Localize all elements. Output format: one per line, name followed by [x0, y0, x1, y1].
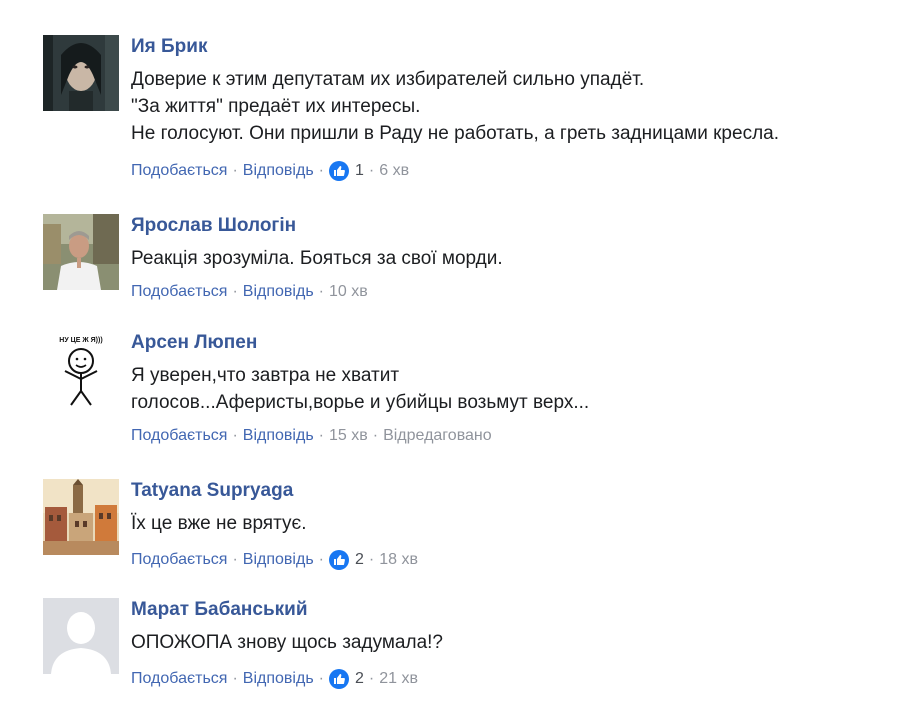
reply-link[interactable]: Відповідь — [243, 669, 314, 689]
separator: · — [368, 551, 375, 568]
like-count-value: 2 — [354, 670, 364, 687]
reply-link[interactable]: Відповідь — [243, 161, 314, 181]
comment-body: Арсен Люпен Я уверен,что завтра не хвати… — [131, 331, 901, 446]
comment-text: Реакція зрозуміла. Бояться за свої морди… — [131, 245, 901, 272]
comment-text-line: Я уверен,что завтра не хватит — [131, 365, 400, 386]
like-count[interactable]: 2 — [328, 669, 364, 689]
comment-text-line: Їх це вже не врятує. — [131, 513, 307, 534]
comment-text: Їх це вже не врятує. — [131, 510, 901, 537]
separator: · — [232, 162, 238, 179]
timestamp[interactable]: 15 хв — [329, 426, 368, 446]
timestamp[interactable]: 10 хв — [329, 282, 368, 302]
reply-link[interactable]: Відповідь — [243, 550, 314, 570]
like-link[interactable]: Подобається — [131, 669, 227, 689]
comment-actions: Подобається · Відповідь · 2 · 18 хв — [131, 550, 901, 570]
author-name[interactable]: Арсен Люпен — [131, 331, 901, 355]
author-name[interactable]: Ярослав Шологін — [131, 214, 901, 238]
reply-link[interactable]: Відповідь — [243, 426, 314, 446]
comment-text-line: Реакція зрозуміла. Бояться за свої морди… — [131, 248, 503, 269]
edited-label[interactable]: Відредаговано — [383, 426, 492, 446]
separator: · — [232, 427, 238, 444]
comment-body: Ия Брик Доверие к этим депутатам их изби… — [131, 35, 901, 181]
separator: · — [368, 670, 375, 687]
avatar[interactable] — [43, 214, 119, 290]
comment-text-line: голосов...Аферисты,ворье и убийцы возьму… — [131, 392, 590, 413]
like-count[interactable]: 2 — [328, 550, 364, 570]
comment-text-line: ОПОЖОПА знову щось задумала!? — [131, 632, 443, 653]
like-count-value: 2 — [354, 551, 364, 568]
reply-link[interactable]: Відповідь — [243, 282, 314, 302]
comment-body: Ярослав Шологін Реакція зрозуміла. Боять… — [131, 214, 901, 302]
author-name[interactable]: Ия Брик — [131, 35, 901, 59]
separator: · — [372, 427, 379, 444]
separator: · — [232, 551, 238, 568]
like-link[interactable]: Подобається — [131, 550, 227, 570]
comment-body: Марат Бабанський ОПОЖОПА знову щось заду… — [131, 598, 901, 689]
comment-actions: Подобається · Відповідь · 10 хв — [131, 282, 901, 302]
separator: · — [318, 283, 324, 300]
comment-actions: Подобається · Відповідь · 2 · 21 хв — [131, 669, 901, 689]
timestamp[interactable]: 21 хв — [379, 669, 418, 689]
separator: · — [232, 283, 238, 300]
comment-actions: Подобається · Відповідь · 15 хв · Відред… — [131, 426, 901, 446]
separator: · — [318, 162, 324, 179]
like-link[interactable]: Подобається — [131, 161, 227, 181]
comment-text-line: Доверие к этим депутатам их избирателей … — [131, 69, 645, 90]
separator: · — [318, 670, 324, 687]
avatar[interactable]: НУ ЦЕ Ж Я))) — [43, 331, 119, 407]
separator: · — [318, 551, 324, 568]
timestamp[interactable]: 18 хв — [379, 550, 418, 570]
author-name[interactable]: Tatyana Supryaga — [131, 479, 901, 503]
avatar[interactable] — [43, 479, 119, 555]
avatar[interactable] — [43, 598, 119, 674]
comment-text-line: Не голосуют. Они пришли в Раду не работа… — [131, 123, 779, 144]
like-count-value: 1 — [354, 162, 364, 179]
comment-text-line: "За життя" предаёт их интересы. — [131, 96, 421, 117]
like-link[interactable]: Подобається — [131, 426, 227, 446]
separator: · — [232, 670, 238, 687]
author-name[interactable]: Марат Бабанський — [131, 598, 901, 622]
separator: · — [318, 427, 324, 444]
comment-text: Доверие к этим депутатам их избирателей … — [131, 66, 901, 147]
comment-text: ОПОЖОПА знову щось задумала!? — [131, 629, 901, 656]
comment-body: Tatyana Supryaga Їх це вже не врятує. По… — [131, 479, 901, 570]
thumbs-up-icon — [328, 669, 349, 689]
comment-text: Я уверен,что завтра не хватит голосов...… — [131, 362, 901, 416]
separator: · — [368, 162, 375, 179]
avatar[interactable] — [43, 35, 119, 111]
thumbs-up-icon — [328, 161, 349, 181]
thumbs-up-icon — [328, 550, 349, 570]
comment-actions: Подобається · Відповідь · 1 · 6 хв — [131, 161, 901, 181]
like-link[interactable]: Подобається — [131, 282, 227, 302]
avatar-caption: НУ ЦЕ Ж Я))) — [59, 337, 102, 344]
like-count[interactable]: 1 — [328, 161, 364, 181]
timestamp[interactable]: 6 хв — [379, 161, 409, 181]
